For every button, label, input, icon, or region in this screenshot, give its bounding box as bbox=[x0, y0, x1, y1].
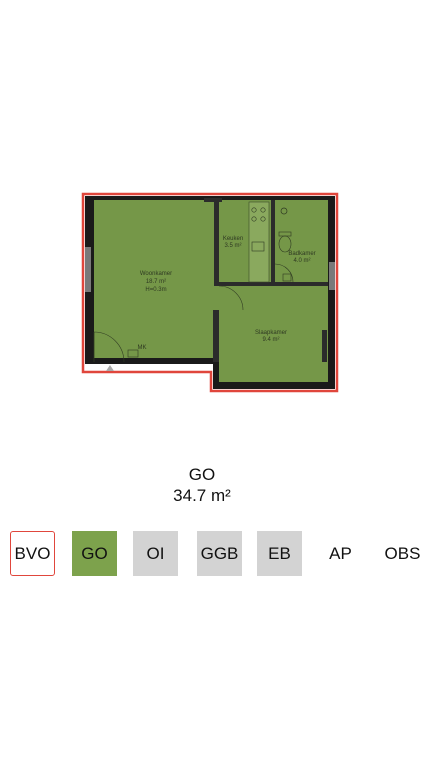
window-bedroom bbox=[322, 330, 327, 362]
tab-obs[interactable]: OBS bbox=[380, 531, 425, 576]
room-keuken-area: 3.5 m² bbox=[224, 243, 241, 249]
floor-plan: MK Woonkamer 18.7 m² H=0.3m Keuken 3.5 m… bbox=[80, 192, 340, 395]
room-slaapkamer-area: 9.4 m² bbox=[262, 337, 279, 343]
room-badkamer-name: Badkamer bbox=[288, 251, 315, 257]
wall-kitchen-left bbox=[214, 200, 219, 284]
room-badkamer-area: 4.0 m² bbox=[293, 258, 310, 264]
wall-bedroom-left bbox=[213, 310, 219, 362]
tab-ggb[interactable]: GGB bbox=[197, 531, 242, 576]
wall-bath-left bbox=[271, 200, 275, 284]
window-left bbox=[85, 247, 91, 292]
wall-horizontal bbox=[214, 282, 328, 286]
room-keuken-name: Keuken bbox=[223, 236, 243, 242]
room-woonkamer-height: H=0.3m bbox=[145, 287, 166, 293]
room-woonkamer-area: 18.7 m² bbox=[146, 279, 166, 285]
window-right bbox=[329, 262, 335, 290]
radiator-top bbox=[204, 198, 222, 202]
tab-go[interactable]: GO bbox=[72, 531, 117, 576]
selected-area-name: GO bbox=[188, 465, 216, 484]
room-slaapkamer-name: Slaapkamer bbox=[255, 330, 287, 336]
floor-plan-drawing: MK Woonkamer 18.7 m² H=0.3m Keuken 3.5 m… bbox=[81, 192, 339, 393]
tab-bvo[interactable]: BVO bbox=[10, 531, 55, 576]
meter-label: MK bbox=[138, 345, 147, 351]
tab-ap[interactable]: AP bbox=[318, 531, 363, 576]
room-woonkamer-name: Woonkamer bbox=[140, 271, 172, 277]
tab-eb[interactable]: EB bbox=[257, 531, 302, 576]
entrance-marker bbox=[106, 365, 114, 371]
floor-area bbox=[94, 200, 328, 382]
tab-oi[interactable]: OI bbox=[133, 531, 178, 576]
selected-area-value: 34.7 m² bbox=[173, 486, 231, 505]
